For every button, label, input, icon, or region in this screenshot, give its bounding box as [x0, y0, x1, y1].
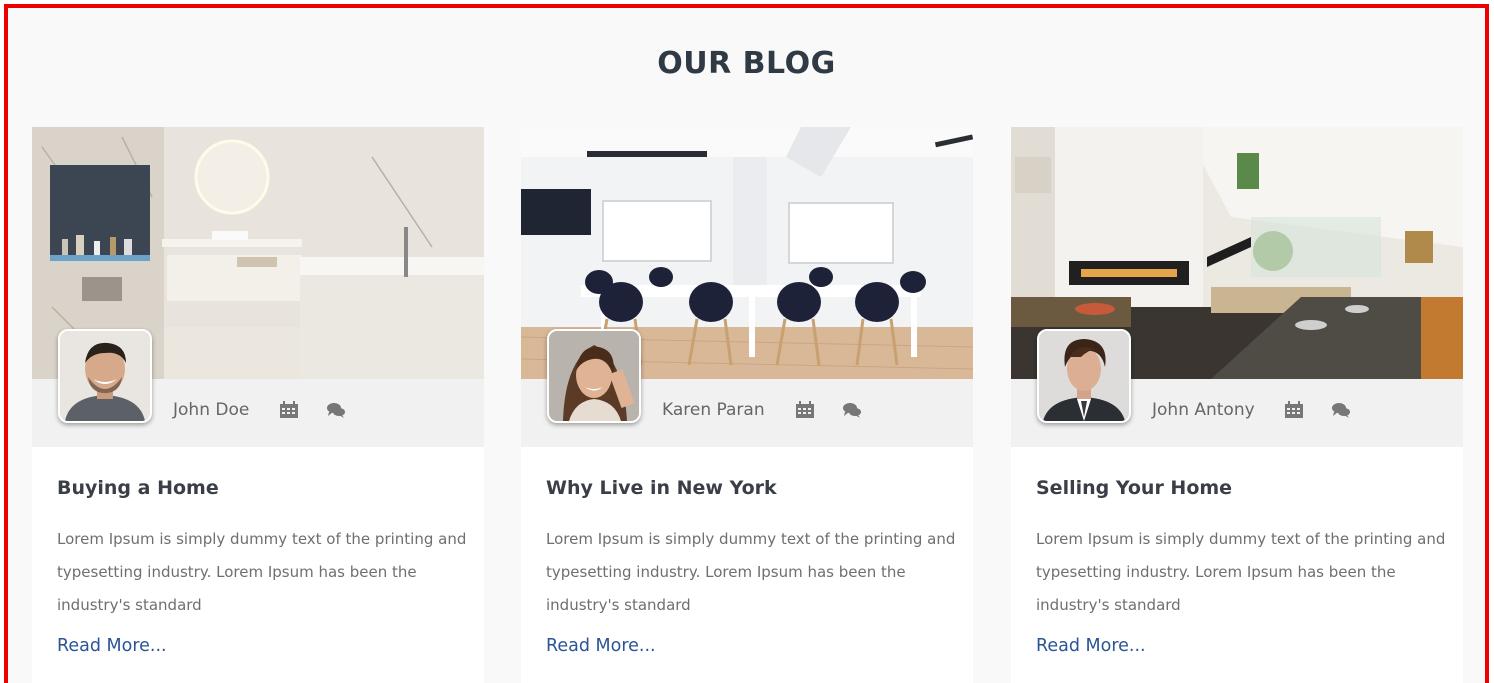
man-avatar: [58, 329, 152, 423]
comments-icon[interactable]: [1331, 401, 1351, 419]
post-author[interactable]: John Antony: [1152, 400, 1255, 420]
blog-card: John Doe Buying a Home Lorem Ipsum is si…: [32, 127, 484, 683]
calendar-icon[interactable]: [1284, 401, 1304, 419]
blog-section: OUR BLOG 8.: [4, 4, 1489, 683]
read-more-link[interactable]: Read More...: [1036, 636, 1146, 656]
comments-icon[interactable]: [326, 401, 346, 419]
calendar-icon[interactable]: [279, 401, 299, 419]
blog-card: John Antony Selling Your Home Lorem Ipsu…: [1011, 127, 1463, 683]
section-title: OUR BLOG: [657, 46, 836, 81]
read-more-link[interactable]: Read More...: [57, 636, 167, 656]
post-author[interactable]: John Doe: [173, 400, 249, 420]
read-more-link[interactable]: Read More...: [546, 636, 656, 656]
comments-icon[interactable]: [842, 401, 862, 419]
post-title[interactable]: Why Live in New York: [546, 477, 777, 499]
woman-avatar: [547, 329, 641, 423]
post-title[interactable]: Buying a Home: [57, 477, 219, 499]
post-title[interactable]: Selling Your Home: [1036, 477, 1232, 499]
post-author[interactable]: Karen Paran: [662, 400, 765, 420]
man-suit-avatar: [1037, 329, 1131, 423]
post-excerpt: Lorem Ipsum is simply dummy text of the …: [57, 530, 467, 614]
post-excerpt: Lorem Ipsum is simply dummy text of the …: [546, 530, 956, 614]
post-excerpt: Lorem Ipsum is simply dummy text of the …: [1036, 530, 1446, 614]
calendar-icon[interactable]: [795, 401, 815, 419]
blog-card: Karen Paran Why Live in New York Lorem I…: [521, 127, 973, 683]
